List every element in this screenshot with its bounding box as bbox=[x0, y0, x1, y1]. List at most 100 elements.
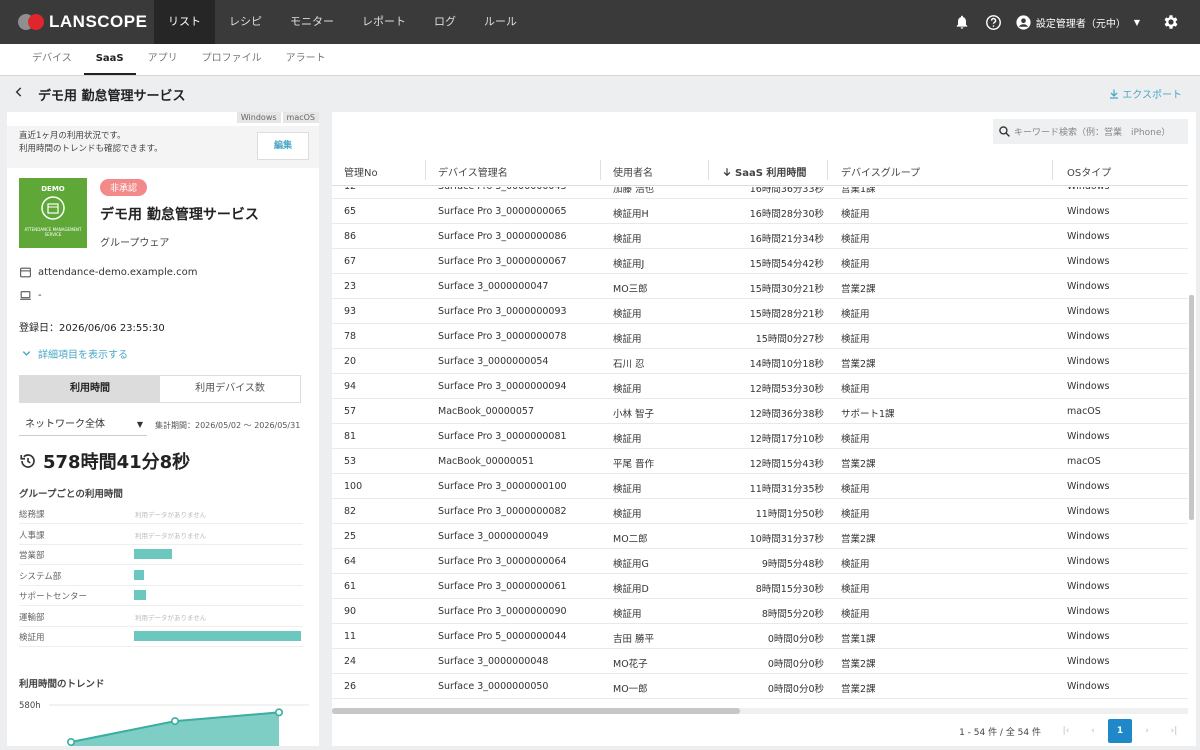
nav-monitor[interactable]: モニター bbox=[276, 0, 348, 44]
cell-mgmt-no: 82 bbox=[344, 506, 357, 517]
search-placeholder: キーワード検索（例：営業 iPhone） bbox=[1014, 128, 1171, 138]
nav-log[interactable]: ログ bbox=[420, 0, 470, 44]
table-row[interactable]: 90 Surface Pro 3_0000000090 検証用 8時間5分20秒 検証用… bbox=[332, 599, 1188, 624]
bell-icon[interactable] bbox=[951, 11, 973, 33]
user-menu[interactable]: 設定管理者（元中） ▼ bbox=[1015, 14, 1140, 31]
trend-point[interactable] bbox=[66, 737, 75, 746]
tab-device[interactable]: デバイス bbox=[20, 44, 84, 75]
table-row[interactable]: 20 Surface 3_0000000054 石川 忍 14時間10分18秒 営業2課… bbox=[332, 349, 1188, 374]
nav-list[interactable]: リスト bbox=[154, 0, 215, 44]
last-page-icon[interactable]: ›| bbox=[1162, 719, 1186, 743]
tab-saas[interactable]: SaaS bbox=[83, 44, 136, 75]
table-horizontal-scrollbar[interactable] bbox=[332, 708, 1188, 714]
prev-page-icon[interactable]: ‹ bbox=[1081, 719, 1105, 743]
sub-nav: デバイス SaaS アプリ プロファイル アラート bbox=[0, 44, 1200, 76]
cell-device-name: Surface 3_0000000049 bbox=[438, 531, 549, 542]
table-header: 管理No デバイス管理名 使用者名 SaaS 利用時間 デバイスグループ OSタ… bbox=[332, 154, 1188, 186]
help-icon[interactable] bbox=[983, 11, 1005, 33]
cell-mgmt-no: 93 bbox=[344, 306, 357, 317]
nav-rule[interactable]: ルール bbox=[470, 0, 531, 44]
nav-recipe[interactable]: レシピ bbox=[215, 0, 276, 44]
tab-alert[interactable]: アラート bbox=[274, 44, 338, 75]
trend-point[interactable] bbox=[274, 708, 283, 717]
cell-os-type: Windows bbox=[1067, 481, 1110, 492]
next-page-icon[interactable]: › bbox=[1135, 719, 1159, 743]
table-row[interactable]: 81 Surface Pro 3_0000000081 検証用 12時間17分10秒 検… bbox=[332, 424, 1188, 449]
trend-point[interactable] bbox=[171, 717, 180, 726]
col-saas-usage[interactable]: SaaS 利用時間 bbox=[722, 164, 806, 179]
table-row[interactable]: 64 Surface Pro 3_0000000064 検証用G 9時間5分48秒 検証… bbox=[332, 549, 1188, 574]
cell-os-type: Windows bbox=[1067, 187, 1109, 192]
table-row[interactable]: 23 Surface 3_0000000047 MO三郎 15時間30分21秒 営業2課… bbox=[332, 274, 1188, 299]
col-user-name[interactable]: 使用者名 bbox=[613, 164, 653, 179]
group-usage-heading: グループごとの利用時間 bbox=[19, 489, 123, 500]
lanscope-logo[interactable]: LANSCOPE bbox=[18, 12, 147, 32]
logo-mark bbox=[18, 13, 46, 31]
toggle-device-count[interactable]: 利用デバイス数 bbox=[160, 376, 300, 402]
table-row[interactable]: 25 Surface 3_0000000049 MO二郎 10時間31分37秒 営業2課… bbox=[332, 524, 1188, 549]
cell-mgmt-no: 11 bbox=[344, 631, 357, 642]
device-table-panel: キーワード検索（例：営業 iPhone） 管理No デバイス管理名 使用者名 S… bbox=[332, 112, 1196, 746]
cell-saas-usage: 0時間0分0秒 bbox=[767, 634, 824, 645]
table-row[interactable]: 94 Surface Pro 3_0000000094 検証用 12時間53分30秒 検… bbox=[332, 374, 1188, 399]
table-row[interactable]: 93 Surface Pro 3_0000000093 検証用 15時間28分21秒 検… bbox=[332, 299, 1188, 324]
cell-os-type: Windows bbox=[1067, 656, 1110, 667]
keyword-search[interactable]: キーワード検索（例：営業 iPhone） bbox=[993, 119, 1188, 144]
table-row[interactable]: 12 Surface Pro 3_0000000043 加藤 浩也 16時間36分33… bbox=[332, 187, 1188, 199]
col-mgmt-no[interactable]: 管理No bbox=[344, 164, 378, 179]
first-page-icon[interactable]: |‹ bbox=[1054, 719, 1078, 743]
metric-toggle: 利用時間 利用デバイス数 bbox=[19, 375, 301, 403]
table-row[interactable]: 100 Surface Pro 3_0000000100 検証用 11時間31分35秒… bbox=[332, 474, 1188, 499]
cell-device-name: Surface Pro 3_0000000061 bbox=[438, 581, 567, 592]
table-row[interactable]: 57 MacBook_00000057 小林 智子 12時間36分38秒 サポート1課 m… bbox=[332, 399, 1188, 424]
cell-user-name: 吉田 勝平 bbox=[613, 634, 655, 645]
sort-down-icon bbox=[722, 167, 732, 177]
back-arrow-icon[interactable] bbox=[12, 84, 26, 100]
table-row[interactable]: 78 Surface Pro 3_0000000078 検証用 15時間0分27秒 検証… bbox=[332, 324, 1188, 349]
edit-button[interactable]: 編集 bbox=[257, 132, 309, 160]
cell-saas-usage: 12時間53分30秒 bbox=[749, 384, 824, 395]
cell-saas-usage: 15時間0分27秒 bbox=[755, 334, 824, 345]
table-row[interactable]: 86 Surface Pro 3_0000000086 検証用 16時間21分34秒 検… bbox=[332, 224, 1188, 249]
group-usage-row: システム部 bbox=[19, 566, 303, 586]
cell-device-group: 営業2課 bbox=[841, 534, 876, 545]
show-details-link[interactable]: 詳細項目を表示する bbox=[21, 346, 128, 361]
table-row[interactable]: 82 Surface Pro 3_0000000082 検証用 11時間1分50秒 検証… bbox=[332, 499, 1188, 524]
col-device-name[interactable]: デバイス管理名 bbox=[438, 164, 508, 179]
tab-app[interactable]: アプリ bbox=[136, 44, 190, 75]
pagination: 1 - 54 件 / 全 54 件 |‹ ‹ 1 › ›| bbox=[959, 716, 1196, 746]
export-label: エクスポート bbox=[1122, 90, 1182, 101]
pagination-summary: 1 - 54 件 / 全 54 件 bbox=[959, 727, 1041, 738]
toggle-usage-time[interactable]: 利用時間 bbox=[20, 376, 160, 402]
cell-os-type: Windows bbox=[1067, 681, 1110, 692]
col-os-type[interactable]: OSタイプ bbox=[1067, 164, 1111, 179]
table-vertical-scrollbar[interactable] bbox=[1189, 295, 1194, 520]
table-row[interactable]: 61 Surface Pro 3_0000000061 検証用D 8時間15分30秒 検… bbox=[332, 574, 1188, 599]
thumbnail-title: DEMO bbox=[41, 185, 65, 193]
cell-os-type: Windows bbox=[1067, 556, 1110, 567]
cell-user-name: 平尾 晋作 bbox=[613, 459, 655, 470]
group-name: 検証用 bbox=[19, 633, 45, 643]
cell-os-type: macOS bbox=[1067, 406, 1101, 417]
table-row[interactable]: 26 Surface 3_0000000050 MO一郎 0時間0分0秒 営業2課 Win… bbox=[332, 674, 1188, 699]
cell-device-group: 営業1課 bbox=[841, 634, 876, 645]
table-row[interactable]: 11 Surface Pro 5_0000000044 吉田 勝平 0時間0分0秒 営業… bbox=[332, 624, 1188, 649]
table-row[interactable]: 24 Surface 3_0000000048 MO花子 0時間0分0秒 営業2課 Win… bbox=[332, 649, 1188, 674]
group-name: システム部 bbox=[19, 571, 62, 582]
group-usage-row: 総務課 利用データがありません bbox=[19, 504, 303, 524]
tab-profile[interactable]: プロファイル bbox=[190, 44, 274, 75]
col-device-group[interactable]: デバイスグループ bbox=[841, 164, 920, 179]
group-name: 総務課 bbox=[19, 510, 45, 520]
table-row[interactable]: 53 MacBook_00000051 平尾 晋作 12時間15分43秒 営業2課 mac… bbox=[332, 449, 1188, 474]
cell-os-type: Windows bbox=[1067, 231, 1110, 242]
page-1-button[interactable]: 1 bbox=[1108, 719, 1132, 743]
table-row[interactable]: 67 Surface Pro 3_0000000067 検証用J 15時間54分42秒… bbox=[332, 249, 1188, 274]
table-row[interactable]: 65 Surface Pro 3_0000000065 検証用H 16時間28分30秒… bbox=[332, 199, 1188, 224]
usage-notice: 直近1ヶ月の利用状況です。 利用時間のトレンドも確認できます。 編集 bbox=[7, 126, 319, 168]
export-button[interactable]: エクスポート bbox=[1108, 86, 1182, 101]
cell-device-name: Surface Pro 3_0000000067 bbox=[438, 256, 567, 267]
network-select[interactable]: ネットワーク全体 ▼ bbox=[19, 414, 147, 436]
gear-icon[interactable] bbox=[1160, 11, 1182, 33]
nav-report[interactable]: レポート bbox=[348, 0, 420, 44]
cell-saas-usage: 16時間21分34秒 bbox=[749, 234, 824, 245]
